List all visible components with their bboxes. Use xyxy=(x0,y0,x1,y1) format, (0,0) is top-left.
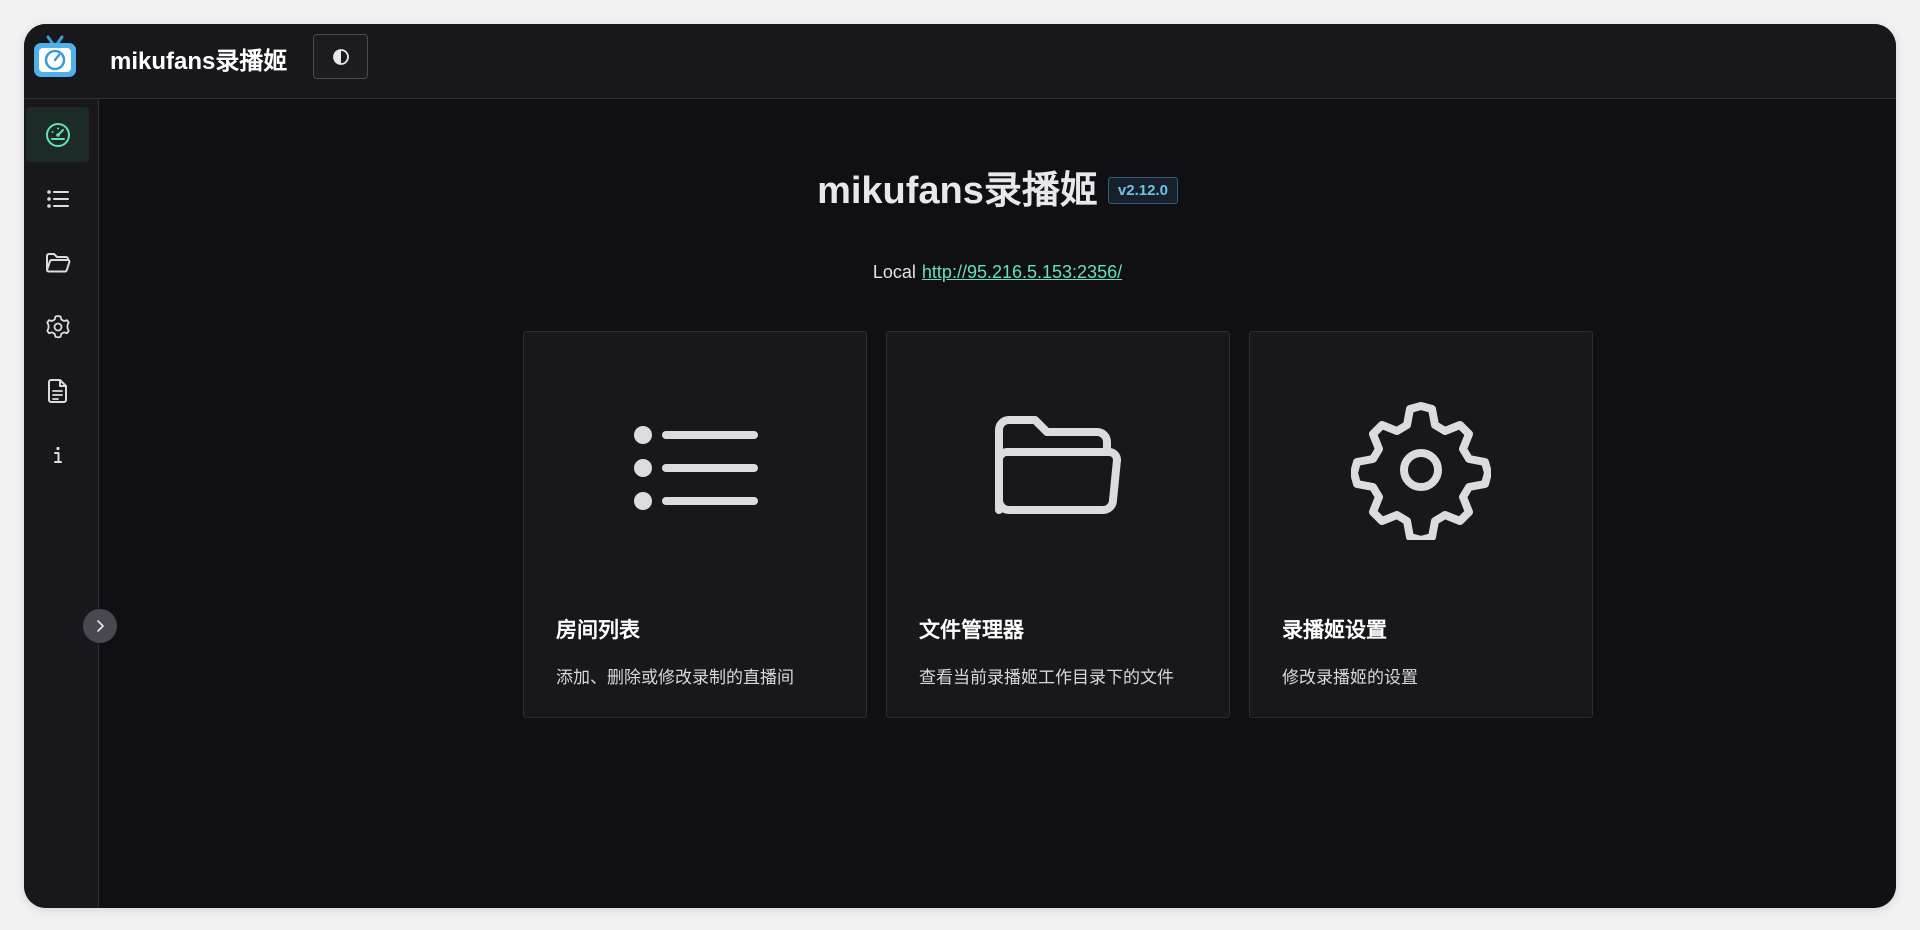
sidebar-item-logs[interactable] xyxy=(26,363,89,418)
card-description: 添加、删除或修改录制的直播间 xyxy=(556,668,794,687)
sidebar-collapse-button[interactable] xyxy=(83,609,117,643)
sidebar-item-dashboard[interactable] xyxy=(26,107,89,162)
gear-icon xyxy=(45,314,70,338)
app-header: mikufans录播姬 xyxy=(24,24,1896,99)
card-title: 房间列表 xyxy=(556,619,640,642)
sidebar-item-room-list[interactable] xyxy=(26,171,89,226)
version-badge: v2.12.0 xyxy=(1107,177,1178,204)
card-description: 修改录播姬的设置 xyxy=(1282,668,1418,687)
app-window: mikufans录播姬 mikufans录播姬 v2.12.0 Local ht… xyxy=(24,24,1896,908)
local-url-link[interactable]: http://95.216.5.153:2356/ xyxy=(922,262,1122,282)
card-title: 录播姬设置 xyxy=(1282,619,1387,642)
page-title: mikufans录播姬 xyxy=(817,170,1098,212)
sidebar-item-settings[interactable] xyxy=(26,299,89,354)
main-content: mikufans录播姬 v2.12.0 Local http://95.216.5… xyxy=(99,99,1896,908)
card-description: 查看当前录播姬工作目录下的文件 xyxy=(919,668,1174,687)
local-label: Local xyxy=(872,262,916,282)
list-icon xyxy=(634,426,758,510)
dashboard-icon xyxy=(45,122,70,147)
hero-title-row: mikufans录播姬 v2.12.0 xyxy=(99,159,1896,214)
gear-icon xyxy=(1351,402,1491,540)
contrast-icon xyxy=(332,48,349,65)
card-file-manager[interactable]: 文件管理器 查看当前录播姬工作目录下的文件 xyxy=(886,331,1230,718)
list-icon xyxy=(46,189,69,208)
document-icon xyxy=(47,378,67,403)
chevron-right-icon xyxy=(97,620,104,632)
sidebar-item-files[interactable] xyxy=(26,235,89,290)
card-title: 文件管理器 xyxy=(919,619,1024,642)
folder-icon xyxy=(45,252,70,272)
card-room-list[interactable]: 房间列表 添加、删除或修改录制的直播间 xyxy=(523,331,867,718)
sidebar-item-about[interactable] xyxy=(26,427,89,482)
info-icon xyxy=(53,446,62,463)
sidebar xyxy=(24,99,99,908)
card-settings[interactable]: 录播姬设置 修改录播姬的设置 xyxy=(1249,331,1593,718)
local-address-line: Local http://95.216.5.153:2356/ xyxy=(99,262,1896,283)
folder-open-icon xyxy=(995,416,1121,514)
tv-logo-icon[interactable] xyxy=(32,34,78,80)
app-title: mikufans录播姬 xyxy=(110,48,288,75)
theme-toggle-button[interactable] xyxy=(313,34,368,79)
